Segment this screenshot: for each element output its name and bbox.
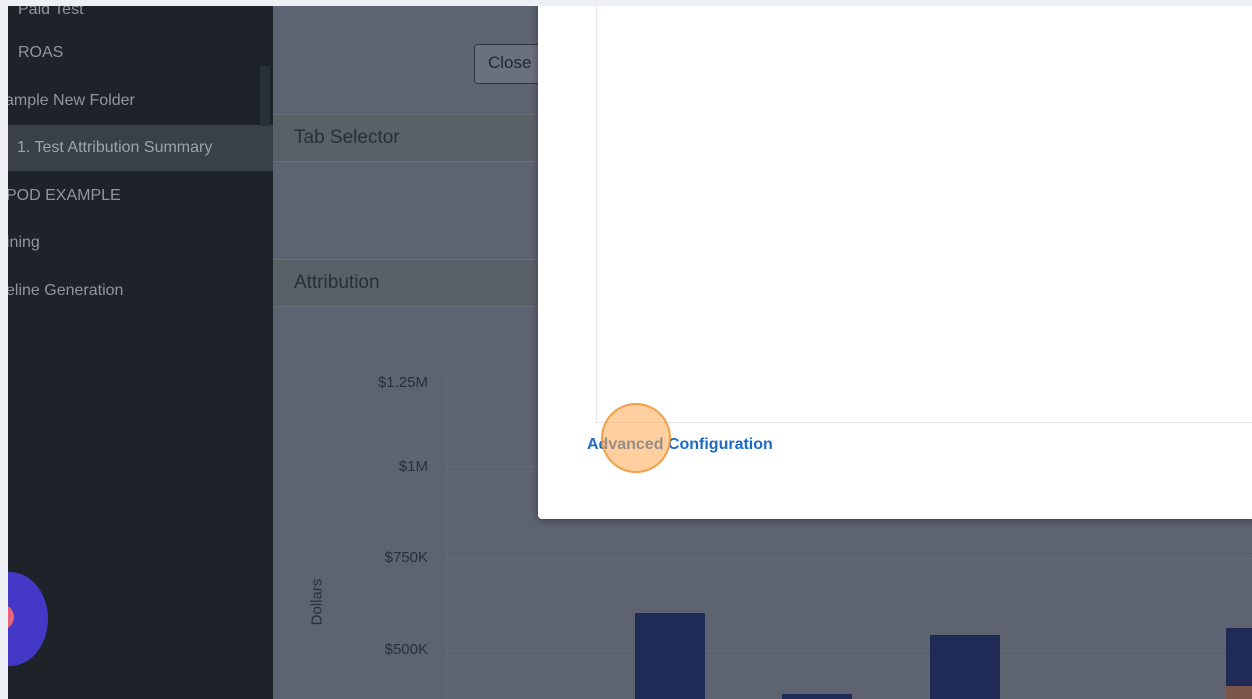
y-tick-label: $1M xyxy=(398,458,428,475)
y-axis-label: Dollars xyxy=(308,578,326,626)
y-axis-line xyxy=(446,374,447,699)
y-tick-label: $500K xyxy=(384,641,428,658)
sidebar-item-roas[interactable]: ROAS xyxy=(0,30,273,76)
sidebar-item-training[interactable]: ining xyxy=(0,220,273,266)
sidebar-item-label: ROAS xyxy=(18,44,64,61)
attribution-title: Attribution xyxy=(294,272,380,293)
bar xyxy=(930,635,1000,699)
y-tick-label: $1.25M xyxy=(377,374,428,391)
sidebar-item-label: ining xyxy=(6,234,40,251)
sidebar-item-pipeline-generation[interactable]: eline Generation xyxy=(0,268,273,314)
gridline xyxy=(447,650,1252,651)
window-top-edge xyxy=(0,0,1252,6)
sidebar-item-label: 1. Test Attribution Summary xyxy=(17,139,213,156)
sidebar-item-label: eline Generation xyxy=(6,282,124,299)
sidebar-item-test-attribution-summary[interactable]: 1. Test Attribution Summary xyxy=(0,125,273,171)
sidebar-scrollbar[interactable] xyxy=(260,66,270,126)
modal-divider xyxy=(596,422,1252,423)
sidebar-item-label: POD EXAMPLE xyxy=(6,187,121,204)
tab-selector-title: Tab Selector xyxy=(294,127,400,148)
gridline xyxy=(447,558,1252,559)
modal-divider xyxy=(596,0,597,422)
bar xyxy=(782,694,852,699)
window-left-edge xyxy=(0,0,8,699)
bar xyxy=(635,613,705,699)
y-tick-label: $750K xyxy=(384,549,428,566)
sidebar-item-label: ample New Folder xyxy=(5,92,135,109)
sidebar-item-pod-example[interactable]: POD EXAMPLE xyxy=(0,173,273,219)
sidebar-item-sample-new-folder[interactable]: ample New Folder xyxy=(0,78,273,124)
click-indicator xyxy=(601,403,671,473)
stacked-bar-segment xyxy=(1226,686,1252,699)
